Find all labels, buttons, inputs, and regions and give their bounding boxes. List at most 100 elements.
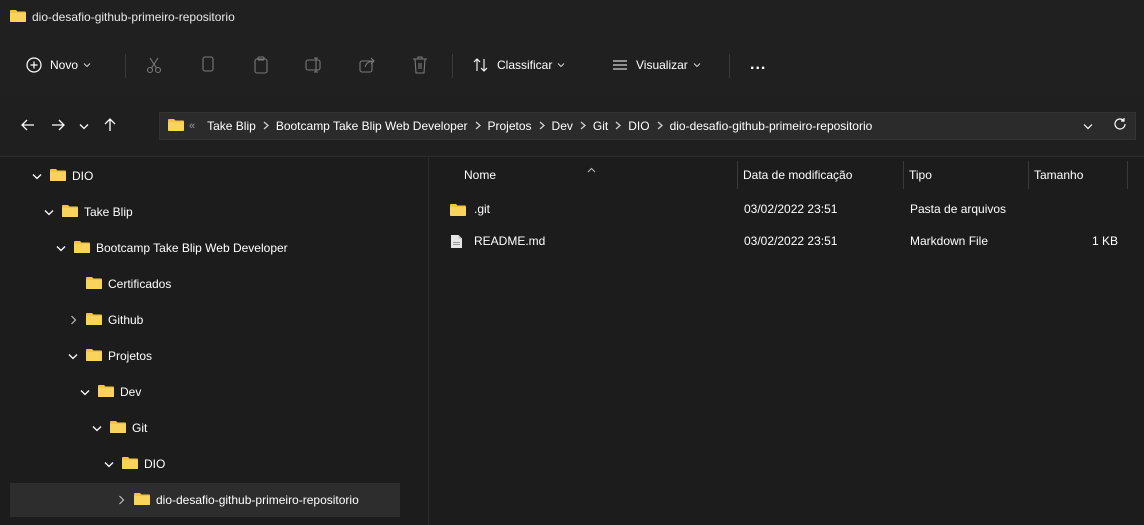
copy-icon	[200, 56, 216, 74]
scissors-icon	[145, 56, 163, 74]
folder-icon	[50, 168, 66, 184]
folder-icon	[86, 276, 102, 292]
plus-circle-icon	[26, 57, 42, 73]
chevron-down-icon[interactable]	[78, 389, 92, 396]
chevron-right-icon[interactable]	[66, 315, 80, 325]
new-button[interactable]: Novo	[26, 34, 91, 96]
tree-item-label: Take Blip	[84, 205, 133, 219]
navigation-bar: « Take Blip Bootcamp Take Blip Web Develo…	[0, 96, 1144, 157]
forward-button[interactable]	[48, 96, 68, 156]
breadcrumb-separator-icon[interactable]	[657, 119, 663, 133]
new-button-label: Novo	[50, 58, 79, 72]
pane-divider[interactable]	[428, 157, 429, 525]
column-header-modified[interactable]: Data de modificação	[743, 157, 852, 193]
cut-button[interactable]	[145, 34, 163, 96]
rename-button[interactable]	[305, 34, 323, 96]
toolbar-separator	[729, 54, 730, 78]
refresh-icon[interactable]	[1113, 117, 1127, 134]
breadcrumb-item[interactable]: Take Blip	[207, 119, 256, 133]
paste-button[interactable]	[253, 34, 269, 96]
command-bar: Novo Classificar Visualizar ...	[0, 34, 1144, 97]
toolbar-separator	[452, 54, 453, 78]
folder-icon	[10, 9, 26, 25]
sort-button[interactable]: Classificar	[473, 34, 565, 96]
column-separator[interactable]	[903, 161, 904, 189]
column-header-name[interactable]: Nome	[464, 157, 496, 193]
folder-icon	[98, 384, 114, 400]
breadcrumb-separator-icon[interactable]	[580, 119, 586, 133]
file-name: .git	[474, 202, 491, 216]
breadcrumb-separator-icon[interactable]	[475, 119, 481, 133]
arrow-left-icon	[21, 119, 35, 134]
arrow-up-icon	[104, 117, 116, 135]
copy-button[interactable]	[200, 34, 216, 96]
tree-item[interactable]: dio-desafio-github-primeiro-repositorio	[10, 483, 400, 517]
breadcrumb-item[interactable]: Projetos	[488, 119, 532, 133]
chevron-down-icon	[83, 62, 91, 68]
tree-item-label: DIO	[72, 169, 94, 183]
back-button[interactable]	[18, 96, 38, 156]
delete-button[interactable]	[412, 34, 428, 96]
title-bar: dio-desafio-github-primeiro-repositorio	[0, 0, 1144, 34]
breadcrumb-separator-icon[interactable]	[263, 119, 269, 133]
file-modified: 03/02/2022 23:51	[744, 202, 838, 216]
address-actions	[1083, 117, 1127, 134]
file-list: Nome Data de modificação Tipo Tamanho .g…	[430, 157, 1144, 525]
column-separator[interactable]	[1127, 161, 1128, 189]
tree-item[interactable]: Bootcamp Take Blip Web Developer	[10, 231, 400, 265]
file-row[interactable]: README.md 03/02/2022 23:51 Markdown File 1 …	[430, 227, 1144, 255]
column-separator[interactable]	[1028, 161, 1029, 189]
breadcrumb-separator-icon[interactable]	[539, 119, 545, 133]
breadcrumb-item[interactable]: Bootcamp Take Blip Web Developer	[276, 119, 468, 133]
file-type: Pasta de arquivos	[910, 202, 1007, 216]
chevron-down-icon[interactable]	[54, 245, 68, 252]
file-name: README.md	[474, 234, 546, 248]
toolbar-separator	[125, 54, 126, 78]
up-button[interactable]	[100, 96, 120, 156]
tree-item[interactable]: Take Blip	[10, 195, 400, 229]
breadcrumb-separator-icon[interactable]	[615, 119, 622, 133]
breadcrumb-item[interactable]: Dev	[552, 119, 573, 133]
tree-item-label: Certificados	[108, 277, 172, 291]
address-bar[interactable]: « Take Blip Bootcamp Take Blip Web Develo…	[159, 112, 1136, 140]
window-title: dio-desafio-github-primeiro-repositorio	[32, 10, 235, 24]
breadcrumb-item[interactable]: DIO	[628, 119, 649, 133]
column-header-type[interactable]: Tipo	[909, 157, 932, 193]
tree-item[interactable]: Projetos	[10, 339, 400, 373]
clipboard-icon	[253, 56, 269, 74]
tree-item[interactable]: Certificados	[10, 267, 400, 301]
tree-item-label: Dev	[120, 385, 142, 399]
column-header-size[interactable]: Tamanho	[1034, 157, 1083, 193]
folder-icon	[110, 420, 126, 436]
tree-item[interactable]: DIO	[10, 159, 400, 193]
file-size: 1 KB	[1091, 234, 1118, 248]
breadcrumb: Take Blip Bootcamp Take Blip Web Develope…	[207, 119, 872, 133]
tree-item[interactable]: Git	[10, 411, 400, 445]
share-button[interactable]	[359, 34, 377, 96]
breadcrumb-item[interactable]: dio-desafio-github-primeiro-repositorio	[670, 119, 873, 133]
column-header-type-label: Tipo	[909, 168, 932, 182]
tree-item-label: Bootcamp Take Blip Web Developer	[96, 241, 288, 255]
chevron-right-icon[interactable]	[114, 495, 128, 505]
more-options-button[interactable]: ...	[750, 34, 766, 96]
column-separator[interactable]	[737, 161, 738, 189]
tree-item[interactable]: DIO	[10, 447, 400, 481]
chevron-down-icon[interactable]	[90, 425, 104, 432]
column-header-size-label: Tamanho	[1034, 168, 1084, 182]
file-row[interactable]: .git 03/02/2022 23:51 Pasta de arquivos	[430, 195, 1144, 223]
breadcrumb-overflow[interactable]: «	[189, 120, 195, 132]
recent-locations-button[interactable]	[74, 96, 94, 156]
view-button[interactable]: Visualizar	[612, 34, 701, 96]
sort-ascending-icon	[587, 159, 596, 181]
breadcrumb-item[interactable]: Git	[593, 119, 608, 133]
tree-item[interactable]: Dev	[10, 375, 400, 409]
chevron-down-icon[interactable]	[42, 209, 56, 216]
tree-item-label: Git	[132, 421, 148, 435]
column-header-modified-label: Data de modificação	[743, 168, 853, 182]
chevron-down-icon[interactable]	[66, 353, 80, 360]
chevron-down-icon[interactable]	[1083, 119, 1093, 133]
chevron-down-icon[interactable]	[102, 461, 116, 468]
tree-item[interactable]: Github	[10, 303, 400, 337]
chevron-down-icon[interactable]	[30, 173, 44, 180]
folder-icon	[134, 492, 150, 508]
